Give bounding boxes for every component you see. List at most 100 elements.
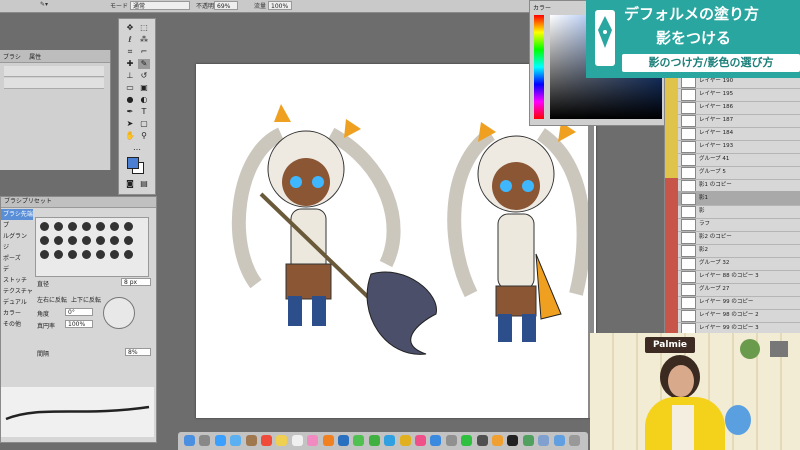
path-select-icon[interactable]: ➤ (124, 119, 136, 129)
visibility-eye-icon[interactable] (665, 243, 678, 257)
visibility-eye-icon[interactable] (665, 204, 678, 218)
mode-select[interactable]: 通常 (130, 1, 190, 10)
trash-icon[interactable] (569, 435, 580, 446)
tab-properties[interactable]: 属性 (26, 50, 44, 63)
finder-icon[interactable] (184, 435, 195, 446)
preferences-icon[interactable] (445, 435, 457, 446)
brush-category-item[interactable]: カラー (1, 308, 33, 319)
reminders-icon[interactable] (291, 435, 303, 446)
panel-row[interactable] (4, 66, 104, 77)
visibility-eye-icon[interactable] (665, 230, 678, 244)
photos-icon[interactable] (307, 435, 319, 446)
spacing-checkbox[interactable]: 間隔 (37, 349, 49, 358)
eraser-tool-icon[interactable]: ▭ (124, 83, 136, 93)
visibility-eye-icon[interactable] (665, 100, 678, 114)
brush-category-item[interactable]: ルグラン (1, 231, 33, 242)
type-tool-icon[interactable]: T (138, 107, 150, 117)
books-icon[interactable] (492, 435, 503, 446)
calendar-icon[interactable] (261, 435, 272, 446)
safari-icon[interactable] (214, 435, 226, 446)
roundness-field[interactable]: 100% (65, 320, 93, 328)
screen-mode-icon[interactable]: ▤ (138, 179, 150, 189)
music-icon[interactable] (415, 435, 426, 446)
launchpad-icon[interactable] (199, 435, 211, 446)
illustrator-icon[interactable] (322, 435, 334, 446)
appstore-icon[interactable] (430, 435, 442, 446)
preview-icon[interactable] (538, 435, 550, 446)
visibility-eye-icon[interactable] (665, 269, 678, 283)
visibility-eye-icon[interactable] (665, 126, 678, 140)
size-field[interactable]: 8 px (121, 278, 151, 286)
photoshop-icon[interactable] (338, 435, 349, 446)
brush-category-item[interactable]: ブラシ先端のシェイプ (1, 209, 33, 220)
brush-category-item[interactable]: デュアル (1, 297, 33, 308)
magic-wand-icon[interactable]: ⁂ (138, 35, 150, 45)
brush-tool-icon[interactable]: ✎ (138, 59, 150, 69)
brush-category-item[interactable]: テクスチャ (1, 286, 33, 297)
skype-icon[interactable] (384, 435, 396, 446)
shape-tool-icon[interactable]: ▢ (138, 119, 150, 129)
hand-tool-icon[interactable]: ✋ (124, 131, 136, 141)
maps-icon[interactable] (522, 435, 534, 446)
foreground-color-swatch[interactable] (127, 157, 139, 169)
brush-category-item[interactable]: プ (1, 220, 33, 231)
left-panel-tabs: ブラシ 属性 (0, 50, 110, 63)
brush-category-item[interactable]: ポーズ (1, 253, 33, 264)
brush-category-item[interactable]: その他 (1, 319, 33, 330)
visibility-eye-icon[interactable] (665, 87, 678, 101)
spacing-field[interactable]: 8% (125, 348, 151, 356)
line-icon[interactable] (461, 435, 473, 446)
healing-tool-icon[interactable]: ✚ (124, 59, 136, 69)
camera-icon[interactable] (476, 435, 488, 446)
chrome-icon[interactable] (399, 435, 411, 446)
visibility-eye-icon[interactable] (665, 282, 678, 296)
opacity-field[interactable]: 69% (214, 1, 238, 10)
tab-brush[interactable]: ブラシ (0, 50, 24, 63)
brush-tool-icon[interactable]: ✎▾ (40, 1, 48, 8)
visibility-eye-icon[interactable] (665, 152, 678, 166)
pen-tool-icon[interactable]: ✒ (124, 107, 136, 117)
layer-name: グループ 32 (699, 260, 730, 266)
contacts-icon[interactable] (245, 435, 257, 446)
dodge-tool-icon[interactable]: ◐ (138, 95, 150, 105)
eyedropper-icon[interactable]: ⌐ (138, 47, 150, 57)
hue-slider[interactable] (534, 15, 544, 119)
marquee-tool-icon[interactable]: ⬚ (138, 23, 150, 33)
visibility-eye-icon[interactable] (665, 217, 678, 231)
visibility-eye-icon[interactable] (665, 165, 678, 179)
quick-mask-icon[interactable]: ◙ (124, 179, 136, 189)
visibility-eye-icon[interactable] (665, 295, 678, 309)
lasso-tool-icon[interactable]: ℓ (124, 35, 136, 45)
visibility-eye-icon[interactable] (665, 178, 678, 192)
visibility-eye-icon[interactable] (665, 308, 678, 322)
visibility-eye-icon[interactable] (665, 139, 678, 153)
notes-icon[interactable] (276, 435, 288, 446)
flow-field[interactable]: 100% (268, 1, 292, 10)
visibility-eye-icon[interactable] (665, 113, 678, 127)
brush-category-item[interactable]: ジ (1, 242, 33, 253)
visibility-eye-icon[interactable] (665, 191, 678, 205)
gradient-tool-icon[interactable]: ▣ (138, 83, 150, 93)
brush-tip-grid[interactable] (35, 217, 149, 277)
stamp-tool-icon[interactable]: ⊥ (124, 71, 136, 81)
terminal-icon[interactable] (507, 435, 519, 446)
flip-x-checkbox[interactable]: 左右に反転 (37, 295, 67, 304)
facetime-icon[interactable] (368, 435, 380, 446)
messages-icon[interactable] (353, 435, 365, 446)
crop-tool-icon[interactable]: ⌗ (124, 47, 136, 57)
zoom-tool-icon[interactable]: ⚲ (138, 131, 150, 141)
visibility-eye-icon[interactable] (665, 256, 678, 270)
panel-row[interactable] (4, 78, 104, 89)
brush-category-item[interactable]: ストッチ (1, 275, 33, 286)
angle-field[interactable]: 0° (65, 308, 93, 316)
mail-icon[interactable] (230, 435, 242, 446)
layer-name: グループ 5 (699, 169, 726, 175)
more-tools-icon[interactable]: … (131, 143, 143, 153)
brush-category-item[interactable]: デ (1, 264, 33, 275)
angle-dial[interactable] (103, 297, 135, 329)
move-tool-icon[interactable]: ✥ (124, 23, 136, 33)
flip-y-checkbox[interactable]: 上下に反転 (71, 295, 101, 304)
history-brush-icon[interactable]: ↺ (138, 71, 150, 81)
blur-tool-icon[interactable]: ● (124, 95, 136, 105)
folder-icon[interactable] (553, 435, 565, 446)
